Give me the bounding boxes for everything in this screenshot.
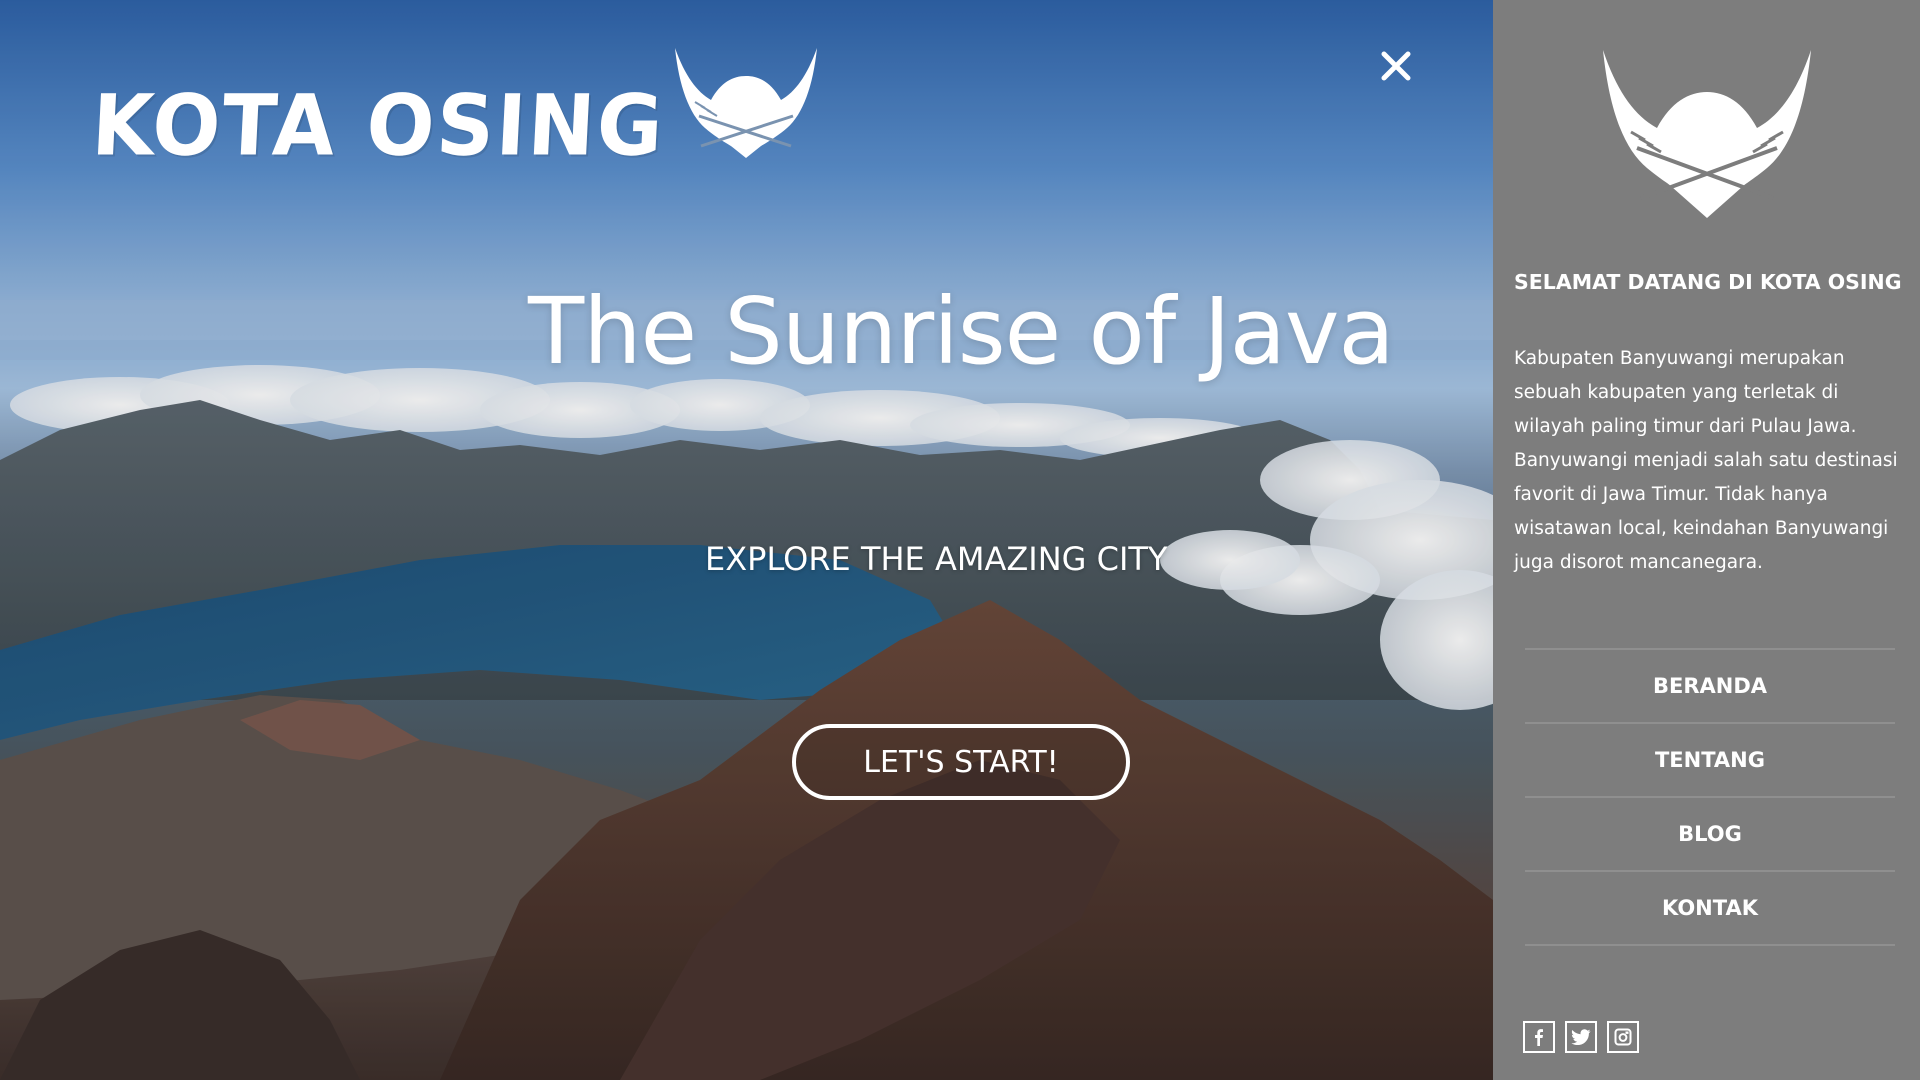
instagram-icon [1614,1028,1632,1046]
social-links [1523,1021,1639,1053]
facebook-button[interactable] [1523,1021,1555,1053]
nav-item-tentang[interactable]: TENTANG [1525,724,1895,798]
brand-name: KOTA OSING [89,76,668,175]
nav-item-beranda[interactable]: BERANDA [1525,650,1895,724]
close-button[interactable] [1378,48,1414,84]
welcome-description: Kabupaten Banyuwangi merupakan sebuah ka… [1514,348,1898,573]
nav-item-blog[interactable]: BLOG [1525,798,1895,872]
sidebar-nav: BERANDA TENTANG BLOG KONTAK [1525,648,1895,946]
brand-logo[interactable]: KOTA OSING [89,46,821,175]
hero-subtitle: EXPLORE THE AMAZING CITY [705,540,1168,578]
instagram-button[interactable] [1607,1021,1639,1053]
welcome-heading: SELAMAT DATANG DI KOTA OSING [1514,270,1902,294]
lets-start-button[interactable]: LET'S START! [792,724,1130,800]
twitter-button[interactable] [1565,1021,1597,1053]
sidebar: SELAMAT DATANG DI KOTA OSING Kabupaten B… [1493,0,1920,1080]
horned-helmet-icon [1603,50,1811,218]
nav-item-kontak[interactable]: KONTAK [1525,872,1895,946]
twitter-icon [1571,1029,1591,1045]
facebook-icon [1535,1029,1543,1046]
horned-helmet-icon [674,48,817,158]
page: KOTA OSING The Sunrise of Java EXPLORE T… [0,0,1920,1080]
hero-title: The Sunrise of Java [528,278,1395,385]
hero-section: KOTA OSING The Sunrise of Java EXPLORE T… [0,0,1493,1080]
close-icon [1381,51,1411,81]
